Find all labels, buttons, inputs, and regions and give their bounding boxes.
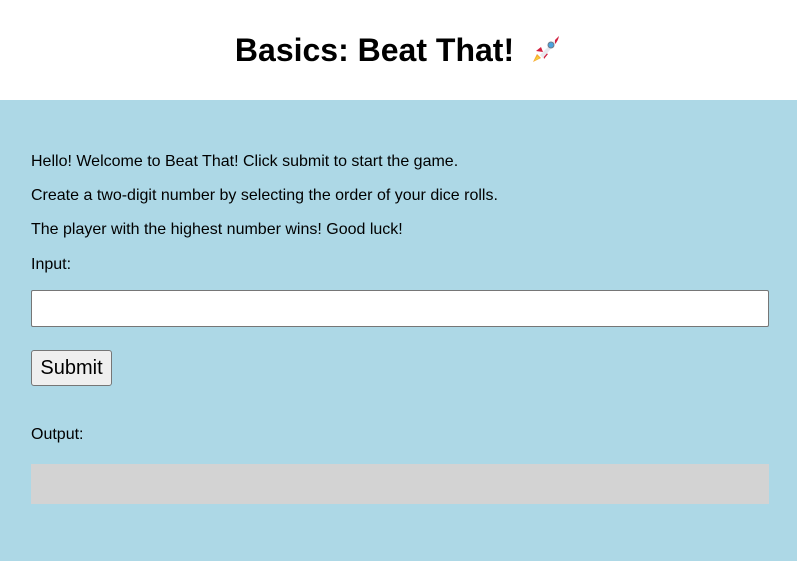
rocket-icon [528, 33, 562, 67]
page-title: Basics: Beat That! [234, 31, 515, 68]
input-label: Input: [31, 256, 72, 273]
instruction-text: Create a two-digit number by selecting t… [31, 187, 498, 204]
title-wrap: Basics: Beat That! [235, 32, 562, 69]
input-field[interactable] [31, 290, 769, 327]
output-label: Output: [31, 426, 84, 443]
rules-text: The player with the highest number wins!… [31, 221, 403, 238]
submit-button[interactable]: Submit [31, 350, 112, 386]
page-footer-strip [0, 561, 797, 567]
welcome-text: Hello! Welcome to Beat That! Click submi… [31, 153, 459, 170]
output-box [31, 464, 769, 504]
game-container: Hello! Welcome to Beat That! Click submi… [0, 100, 797, 561]
page-header: Basics: Beat That! [0, 0, 797, 100]
